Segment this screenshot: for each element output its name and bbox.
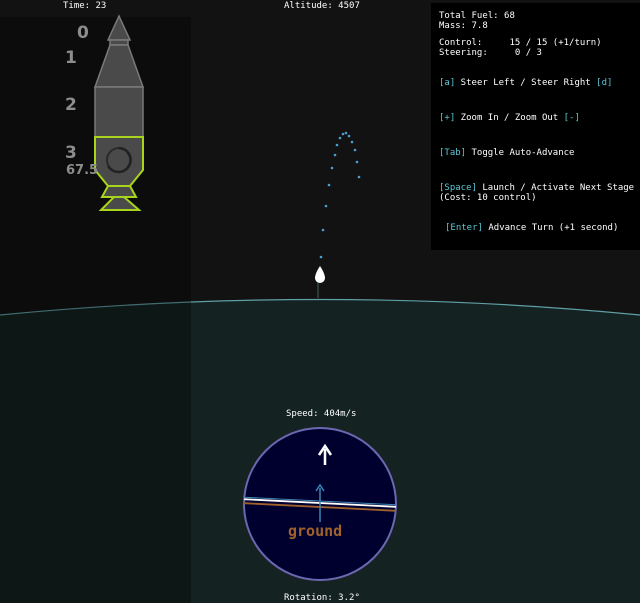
steer-right-key[interactable]: [d] [596,78,612,88]
trajectory-dot [324,204,328,208]
trajectory-dot [321,228,325,232]
stage-number-0: 0 [77,23,89,43]
trajectory-dot [357,175,361,179]
space-key[interactable]: [Space] [439,183,477,193]
enter-key[interactable]: [Enter] [445,223,483,233]
navball [243,427,397,581]
launch-control[interactable]: [Space] Launch / Activate Next Stage [439,183,634,193]
altitude-readout: Altitude: 4507 [284,1,360,11]
trajectory-dot [341,132,345,136]
trajectory-dot [338,136,342,140]
trajectory-dot [335,143,339,147]
trajectory-dot [355,160,359,164]
exhaust-trail [317,282,319,298]
trajectory-dot [327,183,331,187]
stage-number-1: 1 [65,48,77,68]
speed-readout: Speed: 404m/s [286,409,357,419]
stage-fuel-value: 67.5 [66,163,99,178]
zoom-control[interactable]: [+] Zoom In / Zoom Out [-] [439,113,580,123]
launch-label: Launch / Activate Next Stage [476,183,635,193]
stage-3-bell [100,185,138,198]
auto-advance-label: Toggle Auto-Advance [466,148,575,158]
mass: Mass: 7.8 [439,21,488,31]
trajectory-dot [353,148,357,152]
zoom-label: Zoom In / Zoom Out [455,113,564,123]
trajectory-dot [333,153,337,157]
steering-points: Steering: 0 / 3 [439,48,542,58]
tab-key[interactable]: [Tab] [439,148,466,158]
stage-3-nozzle [98,196,142,211]
advance-turn-control[interactable]: [Enter] Advance Turn (+1 second) [445,223,618,233]
steer-label: Steer Left / Steer Right [455,78,597,88]
total-fuel: Total Fuel: 68 [439,11,515,21]
stage-0-nose[interactable] [106,14,132,41]
stage-3-engine[interactable] [94,136,144,187]
control-points: Control: 15 / 15 (+1/turn) [439,38,602,48]
stage-number-2: 2 [65,95,77,115]
steer-control[interactable]: [a] Steer Left / Steer Right [d] [439,78,612,88]
rocket-icon [93,14,145,211]
steer-left-key[interactable]: [a] [439,78,455,88]
advance-turn-label: Advance Turn (+1 second) [482,223,619,233]
info-panel: Total Fuel: 68 Mass: 7.8 Control: 15 / 1… [431,3,640,250]
launch-cost: (Cost: 10 control) [439,193,537,203]
trajectory-dot [350,140,354,144]
time-readout: Time: 23 [63,1,107,11]
stage-2-tank[interactable] [94,86,144,138]
stage-1-capsule[interactable] [93,44,145,88]
zoom-out-key[interactable]: [-] [564,113,580,123]
trajectory-dot [347,134,351,138]
navball-ground-label: ground [288,522,343,540]
rotation-readout: Rotation: 3.2° [284,593,360,603]
trajectory-dot [344,131,348,135]
zoom-in-key[interactable]: [+] [439,113,455,123]
auto-advance-control[interactable]: [Tab] Toggle Auto-Advance [439,148,574,158]
trajectory-dot [319,255,323,259]
trajectory-dot [330,166,334,170]
stage-number-3: 3 [65,143,77,163]
